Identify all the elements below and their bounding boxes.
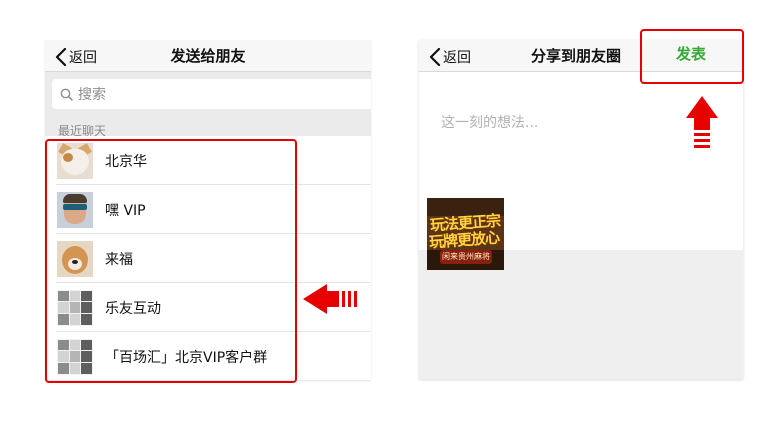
publish-button[interactable]: 发表 <box>676 43 706 64</box>
up-arrow-icon <box>686 96 718 148</box>
contact-item[interactable]: 来福 <box>45 234 371 283</box>
contact-name: 「百场汇」北京VIP客户群 <box>105 349 268 366</box>
contact-name: 乐友互动 <box>105 300 161 317</box>
contact-name: 北京华 <box>105 153 147 170</box>
share-to-moments-title: 分享到朋友圈 <box>531 47 622 65</box>
contact-item[interactable]: 「百场汇」北京VIP客户群 <box>45 332 371 380</box>
group-avatar <box>57 289 93 326</box>
share-to-moments-screen: 返回 分享到朋友圈 这一刻的想法... 玩法更正宗 玩牌更放心 闲来贵州麻将 <box>419 40 743 379</box>
shared-image-thumbnail[interactable]: 玩法更正宗 玩牌更放心 闲来贵州麻将 <box>427 198 504 270</box>
avatar <box>57 142 93 179</box>
left-navbar: 返回 发送给朋友 <box>45 40 371 72</box>
chevron-left-icon <box>429 48 441 66</box>
avatar <box>57 240 93 277</box>
contact-list: 北京华 嘿 VIP 来福 乐友互动 「百场汇」北京VIP客户群 <box>45 136 371 380</box>
contact-name: 嘿 VIP <box>105 202 146 219</box>
thumbnail-text-line: 闲来贵州麻将 <box>440 250 492 264</box>
search-placeholder: 搜索 <box>78 87 106 103</box>
send-to-friend-title: 发送给朋友 <box>170 47 246 65</box>
compose-placeholder: 这一刻的想法... <box>441 115 539 131</box>
avatar <box>57 191 93 228</box>
send-to-friend-screen: 返回 发送给朋友 搜索 最近聊天 北京华 嘿 VIP 来福 乐友互动 「百场汇」… <box>45 40 371 380</box>
search-icon <box>60 88 73 101</box>
contact-item[interactable]: 北京华 <box>45 136 371 185</box>
search-area: 搜索 <box>45 72 371 118</box>
right-back-label: 返回 <box>443 50 471 66</box>
group-avatar <box>57 338 93 375</box>
contact-item[interactable]: 嘿 VIP <box>45 185 371 234</box>
search-input[interactable]: 搜索 <box>52 79 371 109</box>
right-back-button[interactable]: 返回 <box>429 46 471 68</box>
contact-name: 来福 <box>105 251 133 268</box>
left-arrow-icon <box>303 284 357 314</box>
thumbnail-text-line: 玩牌更放心 <box>428 228 500 252</box>
